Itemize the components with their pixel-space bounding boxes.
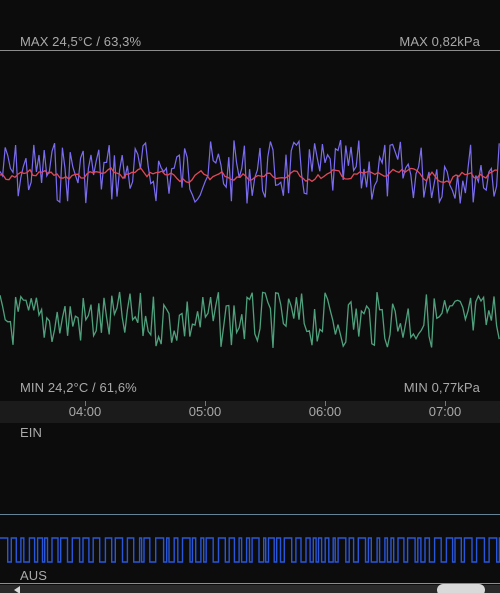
time-tick-label: 04:00: [68, 404, 102, 419]
horizontal-scrollbar[interactable]: [0, 585, 500, 593]
time-tick-label: 07:00: [428, 404, 462, 419]
sensor-chart-area[interactable]: [0, 0, 500, 593]
scrollbar-thumb[interactable]: [437, 584, 485, 593]
min-temperature-humidity-label: MIN 24,2°C / 61,6%: [20, 380, 137, 395]
humidity-series-line: [0, 291, 500, 348]
switch-off-label: AUS: [20, 568, 48, 583]
switch-state-series-line: [0, 537, 500, 563]
time-tick-label: 05:00: [188, 404, 222, 419]
switch-on-label: EIN: [20, 425, 42, 440]
scroll-left-arrow-icon[interactable]: [14, 586, 20, 593]
time-axis[interactable]: 04:00 05:00 06:00 07:00: [0, 401, 500, 423]
time-tick-label: 06:00: [308, 404, 342, 419]
switch-off-gridline: [0, 583, 500, 584]
switch-on-gridline: [0, 514, 500, 515]
min-pressure-label: MIN 0,77kPa: [403, 380, 480, 395]
temperature-series-line: [0, 139, 500, 205]
sensor-history-screen: MAX 24,5°C / 63,3% MAX 0,82kPa MIN 24,2°…: [0, 0, 500, 593]
